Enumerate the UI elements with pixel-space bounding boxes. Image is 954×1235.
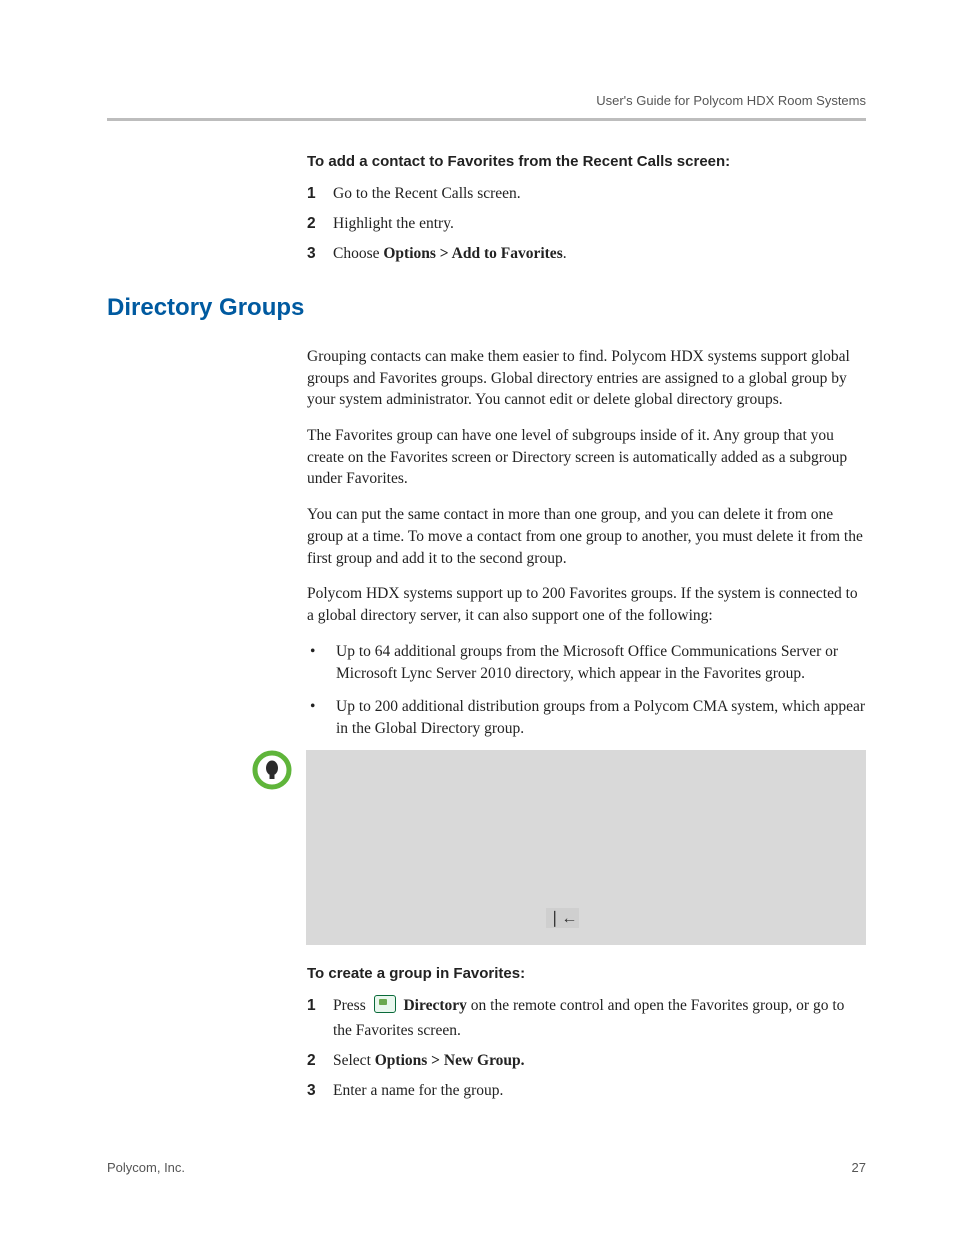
bullet-item: • Up to 200 additional distribution grou… bbox=[307, 696, 866, 741]
step-item: 1 Press Directory on the remote control … bbox=[307, 994, 866, 1042]
header-rule bbox=[107, 118, 866, 121]
step-prefix: Choose bbox=[333, 245, 383, 262]
steps-add-favorite: 1 Go to the Recent Calls screen. 2 Highl… bbox=[307, 182, 866, 266]
body-paragraph: Polycom HDX systems support up to 200 Fa… bbox=[307, 583, 866, 626]
section-add-favorite: To add a contact to Favorites from the R… bbox=[307, 153, 866, 266]
section-create-group: To create a group in Favorites: 1 Press … bbox=[307, 965, 866, 1102]
body-paragraph: The Favorites group can have one level o… bbox=[307, 425, 866, 490]
step-item: 2 Highlight the entry. bbox=[307, 212, 866, 236]
step-text: Highlight the entry. bbox=[333, 212, 866, 236]
step-number: 1 bbox=[307, 994, 333, 1042]
footer-page-number: 27 bbox=[852, 1160, 866, 1175]
step-bold: Options > Add to Favorites bbox=[383, 245, 562, 262]
step-bold: Directory bbox=[403, 997, 466, 1014]
page-footer: Polycom, Inc. 27 bbox=[107, 1160, 866, 1175]
step-number: 2 bbox=[307, 1049, 333, 1073]
note-row: ❘← bbox=[107, 750, 866, 945]
bullet-dot-icon: • bbox=[307, 696, 336, 741]
step-item: 1 Go to the Recent Calls screen. bbox=[307, 182, 866, 206]
step-prefix: Select bbox=[333, 1052, 375, 1069]
step-number: 2 bbox=[307, 212, 333, 236]
step-prefix: Press bbox=[333, 997, 370, 1014]
page: User's Guide for Polycom HDX Room System… bbox=[0, 0, 954, 1235]
section-title-directory-groups: Directory Groups bbox=[107, 294, 866, 322]
step-suffix: . bbox=[563, 245, 567, 262]
steps-create-group: 1 Press Directory on the remote control … bbox=[307, 994, 866, 1102]
step-number: 3 bbox=[307, 1079, 333, 1103]
step-text: Choose Options > Add to Favorites. bbox=[333, 242, 866, 266]
step-text: Press Directory on the remote control an… bbox=[333, 994, 866, 1042]
directory-button-icon bbox=[374, 995, 396, 1013]
running-header: User's Guide for Polycom HDX Room System… bbox=[107, 93, 866, 108]
bullet-text: Up to 64 additional groups from the Micr… bbox=[336, 641, 866, 686]
bullet-text: Up to 200 additional distribution groups… bbox=[336, 696, 866, 741]
footer-company: Polycom, Inc. bbox=[107, 1160, 185, 1175]
subheading-create-group: To create a group in Favorites: bbox=[307, 965, 866, 982]
step-text: Go to the Recent Calls screen. bbox=[333, 182, 866, 206]
arrow-left-icon: ❘← bbox=[546, 908, 579, 928]
step-number: 1 bbox=[307, 182, 333, 206]
step-text: Enter a name for the group. bbox=[333, 1079, 866, 1103]
bullet-item: • Up to 64 additional groups from the Mi… bbox=[307, 641, 866, 686]
bullet-dot-icon: • bbox=[307, 641, 336, 686]
step-bold: Options > New Group. bbox=[375, 1052, 525, 1069]
step-item: 3 Enter a name for the group. bbox=[307, 1079, 866, 1103]
step-item: 2 Select Options > New Group. bbox=[307, 1049, 866, 1073]
section-directory-groups-body: Grouping contacts can make them easier t… bbox=[307, 346, 866, 740]
body-paragraph: You can put the same contact in more tha… bbox=[307, 504, 866, 569]
tip-icon bbox=[252, 750, 292, 790]
step-number: 3 bbox=[307, 242, 333, 266]
body-paragraph: Grouping contacts can make them easier t… bbox=[307, 346, 866, 411]
step-text: Select Options > New Group. bbox=[333, 1049, 866, 1073]
step-item: 3 Choose Options > Add to Favorites. bbox=[307, 242, 866, 266]
note-placeholder-box: ❘← bbox=[306, 750, 866, 945]
subheading-add-favorite: To add a contact to Favorites from the R… bbox=[307, 153, 866, 170]
bullet-list: • Up to 64 additional groups from the Mi… bbox=[307, 641, 866, 741]
